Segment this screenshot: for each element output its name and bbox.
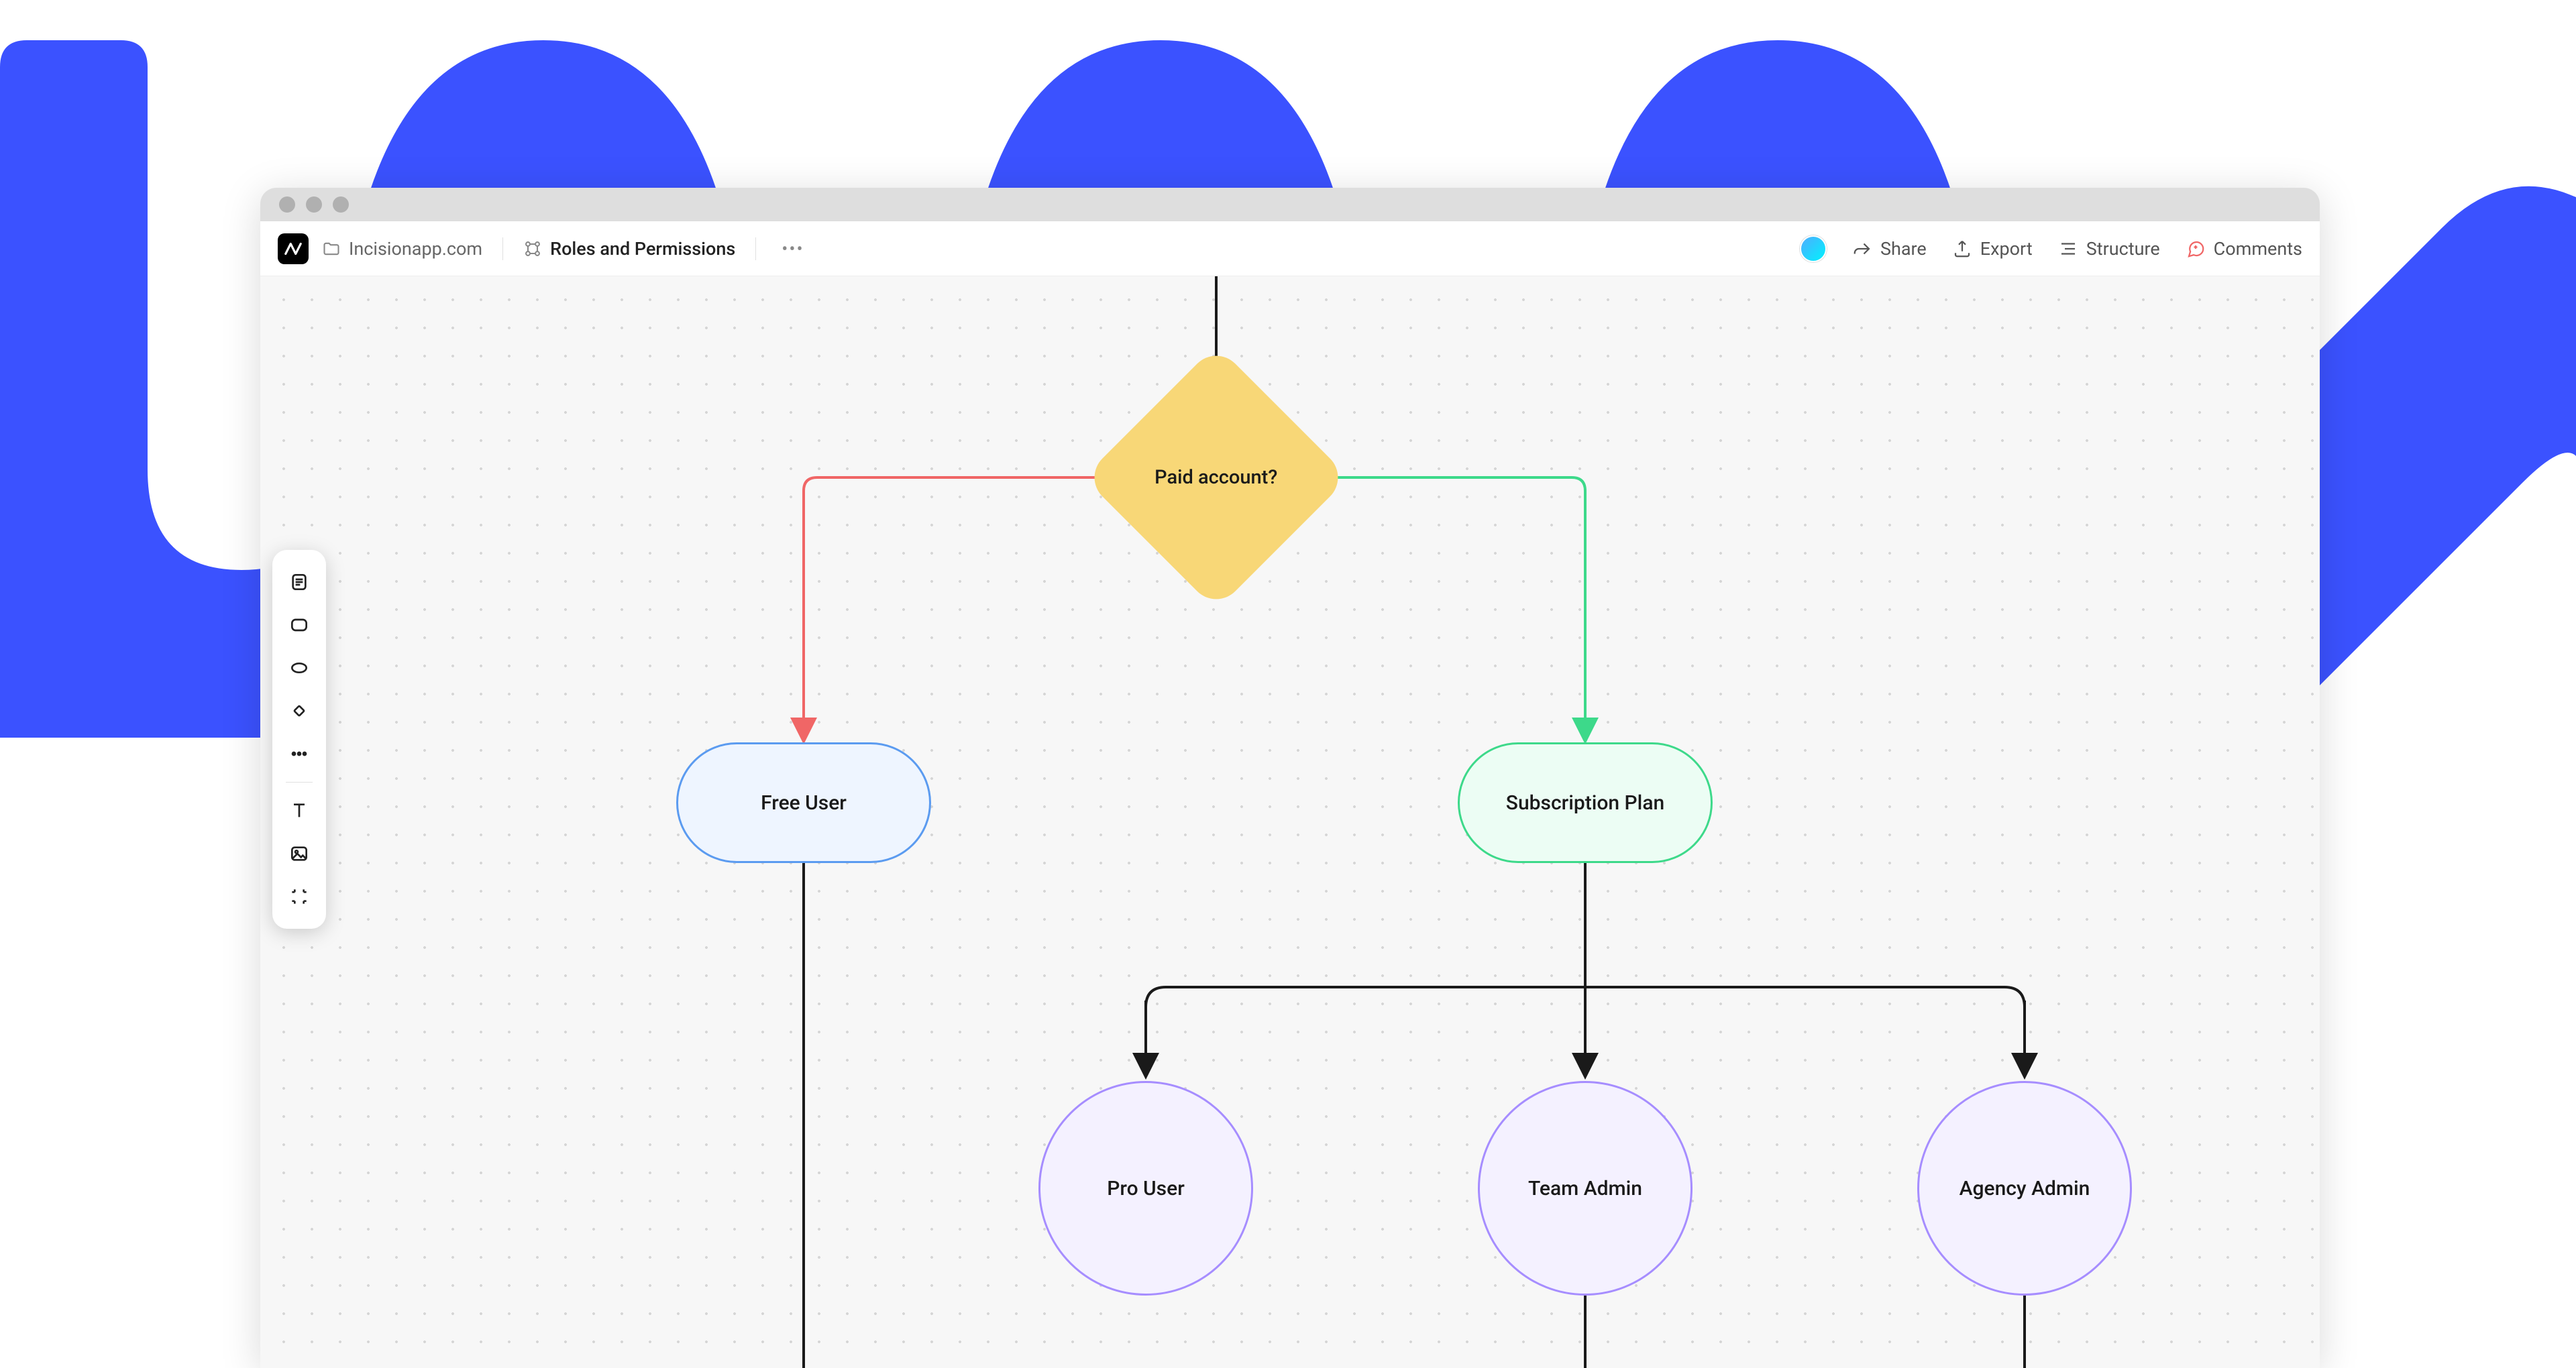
role-node-agency-admin[interactable]: Agency Admin — [1917, 1081, 2132, 1296]
window-maximize-button[interactable] — [333, 196, 349, 213]
toolbar-divider — [286, 782, 313, 783]
subscription-label: Subscription Plan — [1506, 791, 1664, 815]
export-button[interactable]: Export — [1952, 238, 2033, 260]
comments-label: Comments — [2214, 238, 2302, 260]
breadcrumb-project[interactable]: Incisionapp.com — [322, 238, 482, 260]
export-label: Export — [1980, 238, 2033, 260]
separator — [755, 237, 756, 260]
window-titlebar — [260, 188, 2320, 221]
tool-rectangle-shape[interactable] — [279, 605, 319, 645]
free-user-label: Free User — [761, 791, 847, 815]
tool-diamond-shape[interactable] — [279, 691, 319, 731]
connector-decision-yes — [1309, 477, 1585, 739]
export-icon — [1952, 239, 1972, 259]
tool-image[interactable] — [279, 834, 319, 874]
breadcrumb-page-label: Roles and Permissions — [550, 238, 735, 260]
share-icon — [1852, 239, 1872, 259]
separator — [502, 237, 503, 260]
structure-button[interactable]: Structure — [2058, 238, 2160, 260]
sitemap-icon — [523, 239, 542, 258]
tool-more-shapes[interactable] — [279, 734, 319, 774]
shape-toolbar — [272, 550, 326, 929]
app-logo[interactable] — [278, 233, 309, 264]
share-label: Share — [1880, 238, 1927, 260]
structure-icon — [2058, 239, 2078, 259]
agency-admin-label: Agency Admin — [1960, 1177, 2090, 1200]
app-window: Incisionapp.com Roles and Permissions ••… — [260, 188, 2320, 1368]
team-admin-label: Team Admin — [1528, 1177, 1642, 1200]
decision-label: Paid account? — [1155, 466, 1277, 489]
comments-icon — [2186, 239, 2206, 259]
app-toolbar: Incisionapp.com Roles and Permissions ••… — [260, 221, 2320, 276]
diagram-canvas[interactable]: Paid account? Free User Subscription Pla… — [260, 276, 2320, 1368]
breadcrumb-project-label: Incisionapp.com — [349, 238, 482, 260]
window-minimize-button[interactable] — [306, 196, 322, 213]
tool-ellipse-shape[interactable] — [279, 648, 319, 688]
comments-button[interactable]: Comments — [2186, 238, 2302, 260]
folder-icon — [322, 239, 341, 258]
tool-document-shape[interactable] — [279, 562, 319, 602]
connector-decision-no — [804, 477, 1124, 739]
role-node-team-admin[interactable]: Team Admin — [1478, 1081, 1693, 1296]
structure-label: Structure — [2086, 238, 2160, 260]
process-node-free-user[interactable]: Free User — [676, 742, 931, 863]
more-menu-button[interactable]: ••• — [776, 238, 809, 260]
breadcrumb-page[interactable]: Roles and Permissions — [523, 238, 735, 260]
window-close-button[interactable] — [279, 196, 295, 213]
share-button[interactable]: Share — [1852, 238, 1927, 260]
process-node-subscription-plan[interactable]: Subscription Plan — [1458, 742, 1713, 863]
tool-text[interactable] — [279, 791, 319, 831]
user-avatar[interactable] — [1800, 235, 1827, 262]
pro-user-label: Pro User — [1107, 1177, 1185, 1200]
role-node-pro-user[interactable]: Pro User — [1038, 1081, 1253, 1296]
tool-frame[interactable] — [279, 876, 319, 917]
